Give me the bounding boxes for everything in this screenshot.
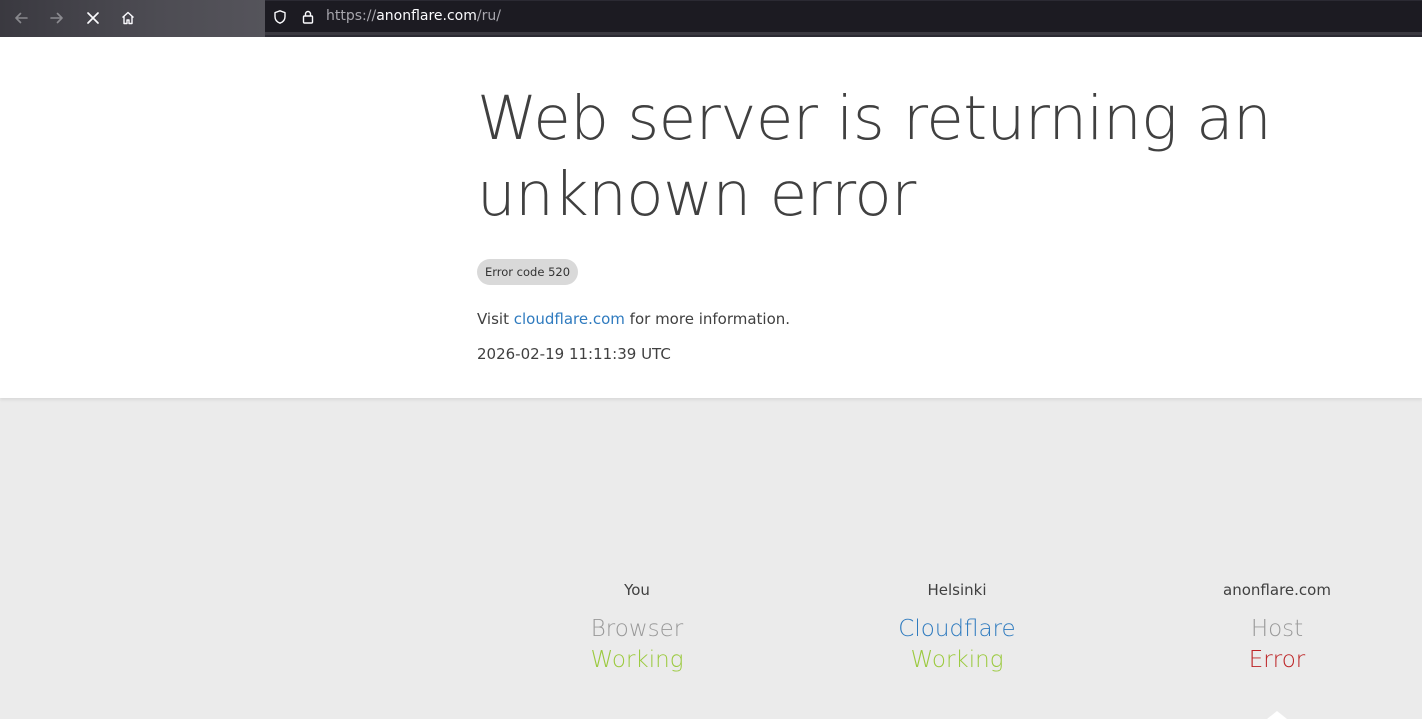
tracking-shield-button[interactable] bbox=[271, 1, 289, 32]
status-location: Helsinki bbox=[927, 581, 987, 599]
status-browser: You Browser Working bbox=[517, 578, 757, 676]
status-name: Cloudflare bbox=[898, 616, 1016, 642]
status-state: Working bbox=[590, 647, 684, 673]
status-location: You bbox=[624, 581, 650, 599]
error-code-badge: Error code 520 bbox=[477, 259, 579, 285]
status-name: Browser bbox=[590, 616, 684, 642]
url-host: anonflare.com bbox=[376, 8, 477, 24]
url-text[interactable]: https://anonflare.com/ru/ bbox=[326, 1, 501, 32]
page-title: Web server is returning an unknown error bbox=[477, 83, 1272, 230]
status-state: Error bbox=[1248, 647, 1306, 673]
forward-arrow-icon bbox=[50, 12, 63, 24]
lock-icon bbox=[302, 10, 314, 24]
status-name: Host bbox=[1250, 616, 1304, 642]
back-button[interactable] bbox=[6, 4, 36, 32]
address-bar[interactable]: https://anonflare.com/ru/ bbox=[265, 1, 1422, 35]
status-host: anonflare.com Host Error bbox=[1157, 578, 1397, 676]
status-cloudflare: Helsinki Cloudflare Working bbox=[837, 578, 1077, 676]
tracking-shield-icon bbox=[274, 9, 286, 24]
timestamp: 2026-02-19 11:11:39 UTC bbox=[477, 345, 671, 363]
site-info-button[interactable] bbox=[299, 1, 317, 32]
status-state: Working bbox=[910, 647, 1004, 673]
visit-prefix: Visit bbox=[477, 310, 509, 328]
stop-icon bbox=[87, 12, 99, 24]
url-path: /ru/ bbox=[476, 8, 501, 24]
cloudflare-link[interactable]: cloudflare.com bbox=[514, 310, 625, 328]
status-location: anonflare.com bbox=[1223, 581, 1331, 599]
home-icon bbox=[122, 11, 134, 25]
stop-button[interactable] bbox=[78, 4, 108, 32]
forward-button[interactable] bbox=[42, 4, 72, 32]
visit-suffix: for more information. bbox=[629, 310, 791, 328]
active-status-pointer bbox=[1267, 711, 1287, 719]
error-header-section: Web server is returning an unknown error… bbox=[0, 37, 1422, 398]
home-button[interactable] bbox=[113, 4, 143, 32]
url-scheme: https:// bbox=[326, 8, 377, 24]
visit-info-line: Visit cloudflare.com for more informatio… bbox=[477, 310, 790, 328]
browser-toolbar: https://anonflare.com/ru/ bbox=[0, 0, 1422, 37]
back-arrow-icon bbox=[15, 12, 28, 24]
